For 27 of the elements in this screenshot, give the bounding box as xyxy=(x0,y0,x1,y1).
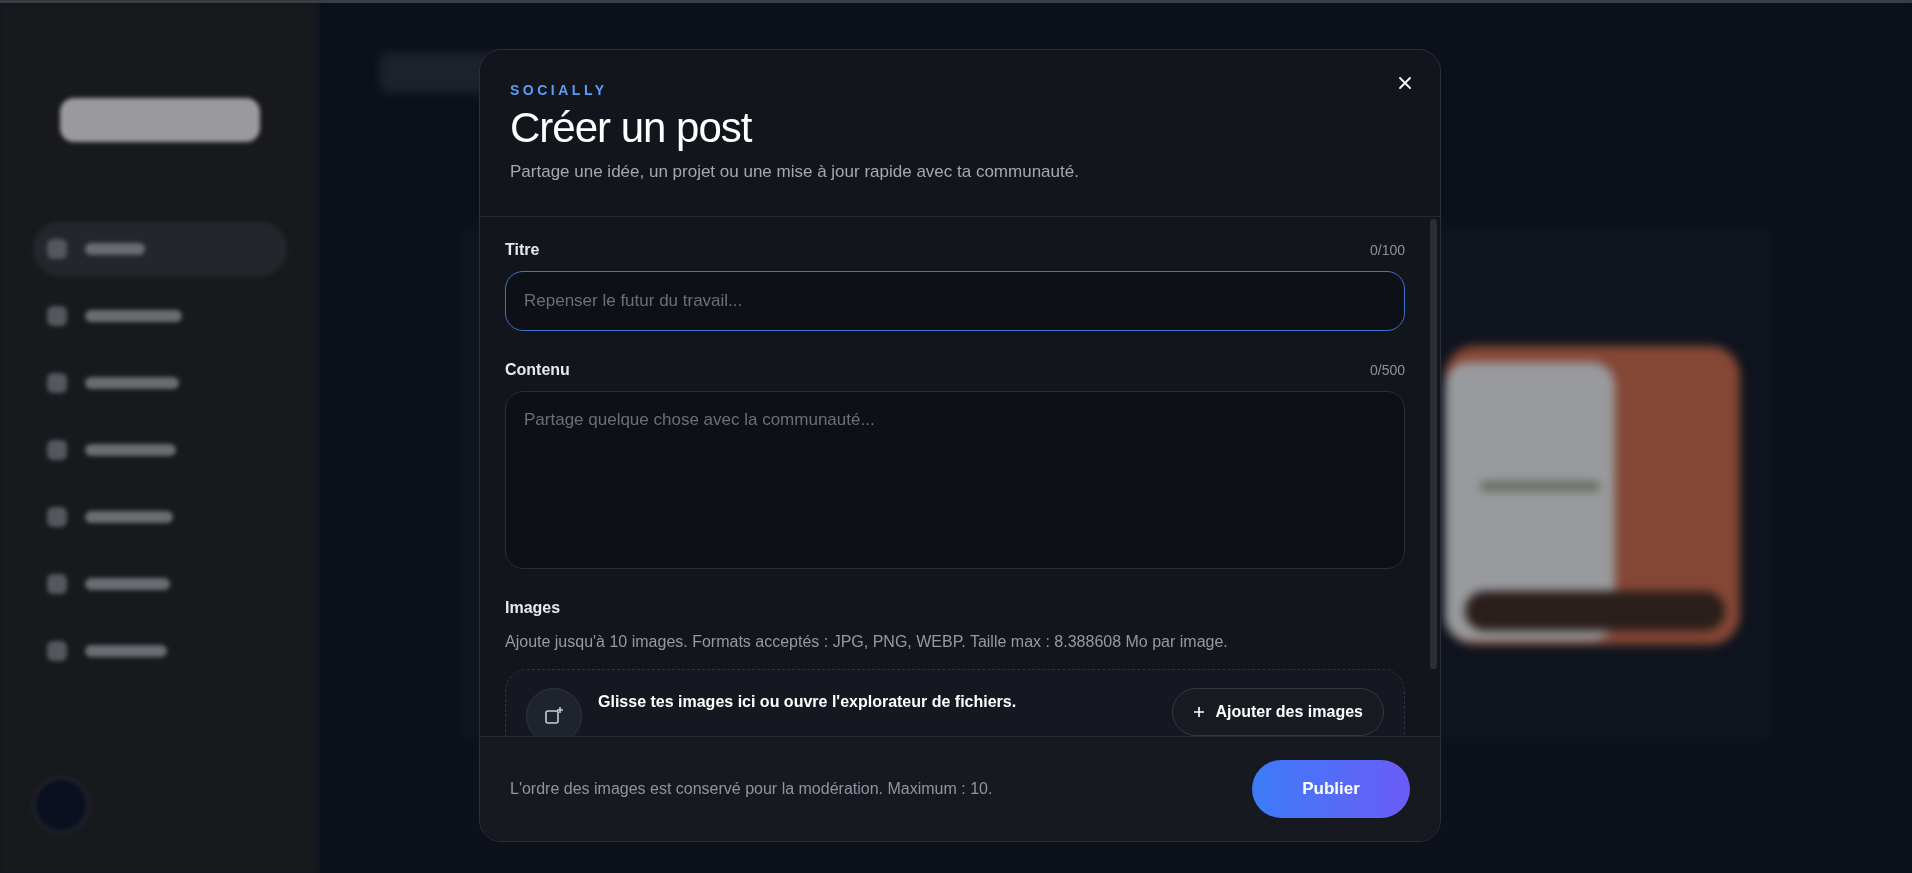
content-field[interactable]: Partage quelque chose avec la communauté... xyxy=(505,391,1405,569)
dialog-title: Créer un post xyxy=(510,104,753,152)
blurred-icon xyxy=(47,239,67,259)
dropzone-text: Glisse tes images ici ou ouvre l'explorateur de fichiers. xyxy=(598,693,1018,711)
field-label: Contenu xyxy=(505,361,570,379)
blurred-icon xyxy=(47,306,67,326)
blurred-icon xyxy=(47,574,67,594)
dropzone[interactable]: Glisse tes images ici ou ouvre l'explorateur de fichiers. Ajouter des images xyxy=(505,669,1405,736)
character-counter: 0/500 xyxy=(1369,362,1405,378)
footer-note: L'ordre des images est conservé pour la modération. Maximum : 10. xyxy=(510,780,993,798)
scrollbar[interactable] xyxy=(1430,219,1437,669)
dialog-subtitle: Partage une idée, un projet ou une mise à jour rapide avec ta communauté. xyxy=(510,162,1080,182)
title-field[interactable]: Repenser le futur du travail... xyxy=(505,271,1405,331)
blurred-icon xyxy=(47,440,67,460)
blurred-icon xyxy=(47,507,67,527)
brand-label: SOCIALLY xyxy=(510,82,609,98)
section-label: Images xyxy=(505,599,562,617)
publish-button[interactable]: Publier xyxy=(1252,760,1410,818)
blurred-icon xyxy=(47,641,67,661)
blurred-icon xyxy=(47,373,67,393)
field-label: Titre xyxy=(505,241,540,259)
close-icon xyxy=(1398,76,1412,90)
blurred-text-bar xyxy=(85,243,145,255)
help-text: Ajoute jusqu'à 10 images. Formats acceptés : JPG, PNG, WEBP. Taille max : 8.388608 Mo par image. xyxy=(505,633,1229,651)
plus-icon xyxy=(1193,706,1206,718)
character-counter: 0/100 xyxy=(1369,242,1405,258)
add-images-button[interactable]: Ajouter des images xyxy=(1172,688,1384,736)
